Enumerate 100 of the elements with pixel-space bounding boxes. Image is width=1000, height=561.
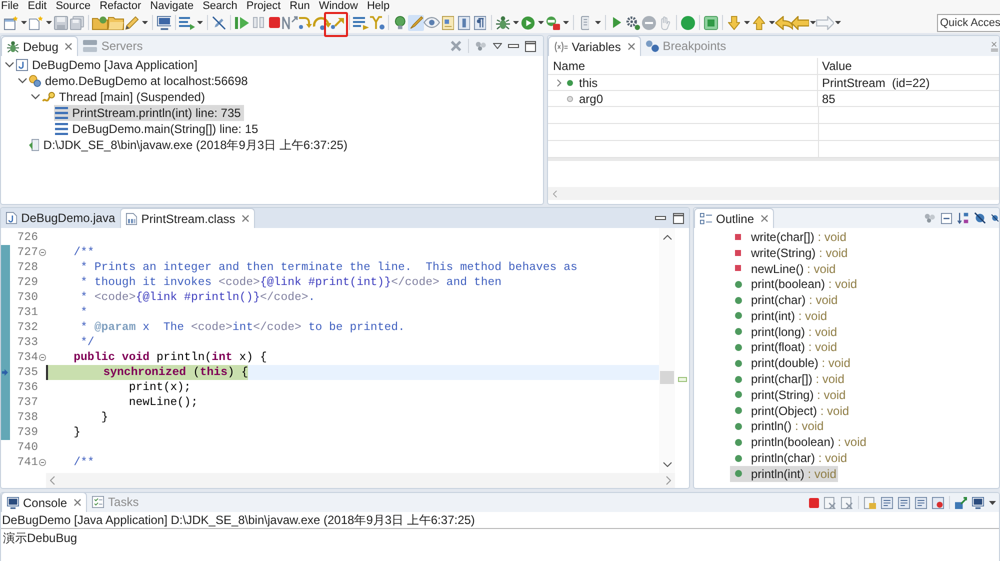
- view-menu-icon[interactable]: [493, 43, 502, 49]
- close-icon[interactable]: [761, 215, 768, 222]
- list-icon[interactable]: [179, 16, 195, 30]
- remove-page-icon[interactable]: [824, 496, 836, 508]
- menu-item[interactable]: Run: [290, 0, 310, 12]
- cross-lines-icon[interactable]: [991, 40, 998, 52]
- tab[interactable]: Console: [1, 493, 88, 512]
- close-icon[interactable]: [65, 43, 72, 50]
- tab[interactable]: Variables: [548, 36, 641, 56]
- tab[interactable]: Debug: [1, 36, 78, 56]
- dropdown-arrow-icon[interactable]: [989, 500, 996, 504]
- chevron-down-icon[interactable]: [5, 62, 14, 68]
- horizontal-scrollbar[interactable]: [46, 473, 675, 488]
- step-over-icon[interactable]: [312, 16, 332, 30]
- remove-all-icon[interactable]: [450, 40, 462, 52]
- outline-item[interactable]: print(char[]) : void: [730, 371, 846, 387]
- outline-item[interactable]: write(String) : void: [730, 244, 850, 261]
- pencil-icon[interactable]: [125, 16, 139, 30]
- outline-item[interactable]: print(double) : void: [730, 355, 852, 372]
- dropdown-arrow-icon[interactable]: [46, 20, 52, 24]
- stack-frame-item[interactable]: PrintStream.println(int) line: 735: [54, 105, 244, 121]
- monitor-icon[interactable]: [156, 16, 172, 30]
- chevron-down-icon[interactable]: [18, 78, 27, 84]
- dots-icon[interactable]: [924, 213, 936, 223]
- outline-item[interactable]: print(boolean) : void: [730, 276, 860, 292]
- new-window-icon[interactable]: [4, 16, 18, 30]
- stack-frame-item[interactable]: DeBugDemo.main(String[]) line: 15: [54, 121, 262, 137]
- maximize-icon[interactable]: [673, 212, 684, 224]
- thread-item[interactable]: Thread [main] (Suspended): [41, 89, 208, 105]
- eye-icon[interactable]: [423, 17, 441, 28]
- console-icon[interactable]: [972, 496, 984, 508]
- step-filter-icon[interactable]: [369, 16, 385, 30]
- outline-item[interactable]: print(int) : void: [730, 308, 830, 324]
- scroll-right-icon[interactable]: [666, 476, 671, 485]
- stop-icon[interactable]: [268, 17, 280, 28]
- outline-item[interactable]: print(long) : void: [730, 324, 840, 340]
- chevron-right-icon[interactable]: [557, 78, 562, 86]
- column-header[interactable]: Name: [553, 57, 586, 75]
- dropdown-arrow-icon[interactable]: [810, 20, 816, 24]
- crossed-circle-icon[interactable]: [991, 212, 999, 224]
- maximize-icon[interactable]: [525, 40, 536, 52]
- dots-icon[interactable]: [475, 41, 487, 51]
- outline-item[interactable]: print(Object) : void: [730, 402, 852, 419]
- play-icon[interactable]: [612, 17, 622, 28]
- resume-icon[interactable]: [235, 16, 249, 30]
- scroll-down-icon[interactable]: [662, 462, 672, 467]
- menu-item[interactable]: Navigate: [150, 0, 194, 12]
- menu-item[interactable]: Window: [318, 0, 358, 12]
- page-lines-icon[interactable]: [898, 496, 910, 508]
- dropdown-arrow-icon[interactable]: [768, 20, 774, 24]
- brush-icon[interactable]: [408, 14, 424, 30]
- column-header[interactable]: Value: [822, 57, 852, 75]
- vertical-scrollbar[interactable]: [659, 228, 675, 473]
- dropdown-arrow-icon[interactable]: [196, 20, 202, 24]
- dropdown-arrow-icon[interactable]: [512, 20, 518, 24]
- drop-frame-icon[interactable]: [353, 16, 369, 30]
- dropdown-arrow-icon[interactable]: [142, 20, 148, 24]
- gear-icon[interactable]: [626, 16, 640, 30]
- outline-item[interactable]: println() : void: [730, 418, 826, 434]
- outline-item[interactable]: println(int) : void: [730, 466, 838, 482]
- dropdown-arrow-icon[interactable]: [594, 20, 600, 24]
- tab[interactable]: DeBugDemo.java: [1, 208, 120, 228]
- page-lock-icon[interactable]: [864, 496, 876, 508]
- square-icon[interactable]: [704, 16, 718, 30]
- menu-item[interactable]: Edit: [28, 0, 47, 12]
- outline-item[interactable]: print(char) : void: [730, 292, 840, 308]
- collapse-all-icon[interactable]: [941, 212, 952, 224]
- sort-icon[interactable]: [957, 212, 969, 224]
- launch-item[interactable]: DeBugDemo [Java Application]: [15, 57, 200, 73]
- menu-item[interactable]: Refactor: [100, 0, 142, 12]
- outline-item[interactable]: println(boolean) : void: [730, 434, 868, 450]
- scrollbar-thumb[interactable]: [660, 371, 674, 384]
- run-icon[interactable]: [521, 16, 535, 30]
- collapse-icon[interactable]: [39, 459, 46, 466]
- document-icon[interactable]: [442, 16, 454, 30]
- slashed-pen-icon[interactable]: [212, 16, 226, 30]
- page-icon[interactable]: [458, 16, 470, 30]
- scroll-left-icon[interactable]: [50, 476, 55, 485]
- minimize-icon[interactable]: [508, 44, 519, 48]
- menu-item[interactable]: Search: [202, 0, 238, 12]
- dropdown-arrow-icon[interactable]: [744, 20, 750, 24]
- step-into-icon[interactable]: [298, 16, 314, 30]
- collapse-icon[interactable]: [39, 249, 46, 256]
- collapse-icon[interactable]: [39, 354, 46, 361]
- minimize-icon[interactable]: [655, 216, 666, 220]
- menu-item[interactable]: Source: [56, 0, 91, 12]
- close-icon[interactable]: [628, 43, 635, 50]
- outline-item[interactable]: write(char[]) : void: [730, 229, 848, 245]
- dropdown-arrow-icon[interactable]: [834, 20, 840, 24]
- outline-item[interactable]: newLine() : void: [730, 260, 838, 276]
- outline-item[interactable]: println(char) : void: [730, 450, 850, 466]
- menu-item[interactable]: File: [1, 0, 19, 12]
- tab[interactable]: Outline: [694, 208, 774, 228]
- tab[interactable]: PrintStream.class: [120, 208, 256, 228]
- external-tools-icon[interactable]: [546, 16, 560, 30]
- process-item[interactable]: D:\JDK_SE_8\bin\javaw.exe (2018年9月3日 上午6:37:25): [28, 137, 350, 153]
- stop-icon[interactable]: [809, 498, 819, 508]
- folder-icon[interactable]: [108, 16, 124, 30]
- dropdown-arrow-icon[interactable]: [562, 20, 568, 24]
- paragraph-mark-icon[interactable]: [474, 16, 486, 30]
